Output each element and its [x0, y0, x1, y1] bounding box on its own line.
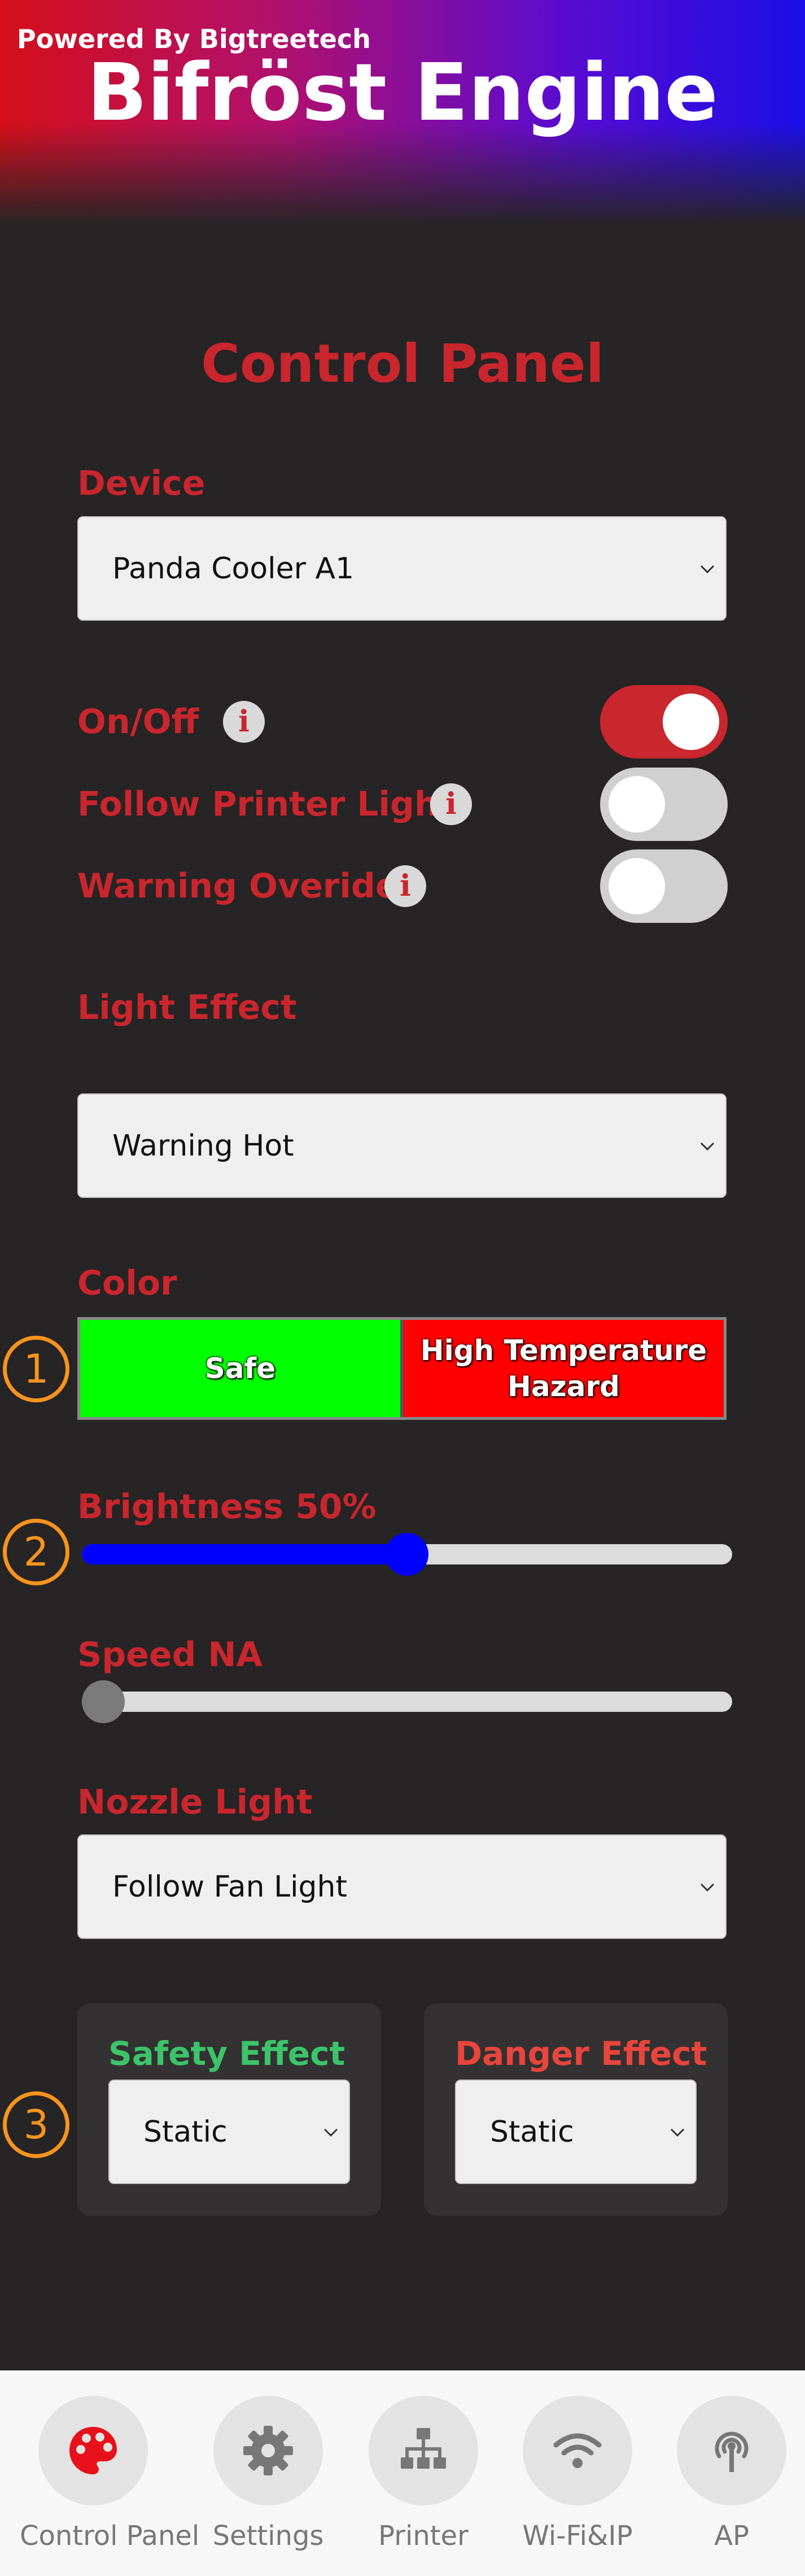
- wifi-icon: [553, 2433, 602, 2468]
- chevron-down-icon: [323, 2128, 338, 2137]
- danger-color-swatch[interactable]: High Temperature Hazard: [404, 1320, 724, 1417]
- safe-color-swatch[interactable]: Safe: [80, 1320, 404, 1417]
- step-marker-2: 2: [3, 1519, 69, 1585]
- step-marker-1: 1: [3, 1336, 69, 1402]
- nav-label: Printer: [378, 2520, 469, 2552]
- speed-label: Speed NA: [77, 1635, 263, 1675]
- access-point-icon: [715, 2431, 749, 2472]
- nav-label: Wi-Fi&IP: [522, 2520, 633, 2552]
- danger-effect-select[interactable]: Static: [455, 2080, 697, 2184]
- bottom-nav: Control Panel Settings Printer Wi-Fi&IP …: [0, 2370, 805, 2576]
- speed-slider-thumb[interactable]: [82, 1680, 125, 1723]
- on-off-toggle[interactable]: [600, 685, 728, 759]
- network-tree-icon: [401, 2428, 446, 2469]
- safety-effect-title: Safety Effect: [108, 2034, 345, 2073]
- nozzle-light-select[interactable]: Follow Fan Light: [77, 1834, 727, 1939]
- toggle-knob: [609, 858, 665, 914]
- nav-ap-button[interactable]: [677, 2396, 786, 2505]
- palette-icon: [69, 2427, 117, 2474]
- follow-printer-light-label: Follow Printer Light: [77, 784, 455, 824]
- safety-effect-select[interactable]: Static: [108, 2080, 350, 2184]
- danger-effect-card: Danger Effect Static: [424, 2003, 728, 2216]
- speed-slider[interactable]: [82, 1680, 732, 1723]
- light-effect-select[interactable]: Warning Hot: [77, 1093, 727, 1198]
- color-label: Color: [77, 1263, 177, 1303]
- nav-label: AP: [714, 2520, 749, 2552]
- nav-wifi[interactable]: Wi-Fi&IP: [504, 2396, 651, 2552]
- toggle-knob: [663, 694, 719, 750]
- brightness-slider[interactable]: [82, 1533, 732, 1576]
- color-picker-bar: Safe High Temperature Hazard: [77, 1317, 727, 1420]
- brightness-label: Brightness 50%: [77, 1487, 377, 1527]
- step-marker-3: 3: [3, 2091, 69, 2158]
- nav-settings-button[interactable]: [213, 2396, 323, 2505]
- nav-label: Control Panel: [20, 2520, 200, 2552]
- toggle-knob: [609, 776, 665, 832]
- nav-control-panel[interactable]: Control Panel: [20, 2396, 200, 2552]
- device-select[interactable]: Panda Cooler A1: [77, 516, 727, 621]
- on-off-label: On/Off: [77, 702, 199, 742]
- app-header: Powered By Bigtreetech Bifröst Engine: [0, 0, 805, 226]
- chevron-down-icon: [700, 1883, 715, 1891]
- nav-control-panel-button[interactable]: [38, 2396, 148, 2505]
- chevron-down-icon: [700, 1142, 715, 1150]
- chevron-down-icon: [670, 2128, 685, 2137]
- nav-printer[interactable]: Printer: [350, 2396, 497, 2552]
- brightness-slider-thumb[interactable]: [386, 1533, 428, 1576]
- nav-wifi-button[interactable]: [523, 2396, 632, 2505]
- nav-printer-button[interactable]: [369, 2396, 478, 2505]
- safety-effect-card: Safety Effect Static: [77, 2003, 381, 2216]
- nav-ap[interactable]: AP: [658, 2396, 805, 2552]
- follow-printer-light-toggle[interactable]: [600, 768, 728, 841]
- light-effect-label: Light Effect: [77, 988, 297, 1027]
- gear-icon: [243, 2426, 293, 2475]
- safety-effect-select-value: Static: [143, 2115, 228, 2149]
- danger-effect-title: Danger Effect: [455, 2034, 707, 2073]
- warning-overide-toggle[interactable]: [600, 849, 728, 923]
- on-off-info-icon[interactable]: i: [223, 701, 265, 743]
- device-select-value: Panda Cooler A1: [112, 551, 355, 586]
- device-label: Device: [77, 464, 205, 503]
- nav-label: Settings: [212, 2520, 324, 2552]
- danger-effect-select-value: Static: [490, 2115, 574, 2149]
- nozzle-light-select-value: Follow Fan Light: [112, 1869, 347, 1904]
- brand-title: Bifröst Engine: [87, 47, 718, 139]
- light-effect-select-value: Warning Hot: [112, 1128, 294, 1163]
- warning-overide-info-icon[interactable]: i: [384, 865, 426, 907]
- follow-printer-light-info-icon[interactable]: i: [430, 783, 472, 825]
- nav-settings[interactable]: Settings: [195, 2396, 342, 2552]
- page-title: Control Panel: [201, 333, 604, 395]
- brightness-slider-fill: [82, 1544, 407, 1564]
- nozzle-light-label: Nozzle Light: [77, 1782, 313, 1822]
- warning-overide-label: Warning Overide: [77, 866, 399, 906]
- chevron-down-icon: [700, 565, 715, 573]
